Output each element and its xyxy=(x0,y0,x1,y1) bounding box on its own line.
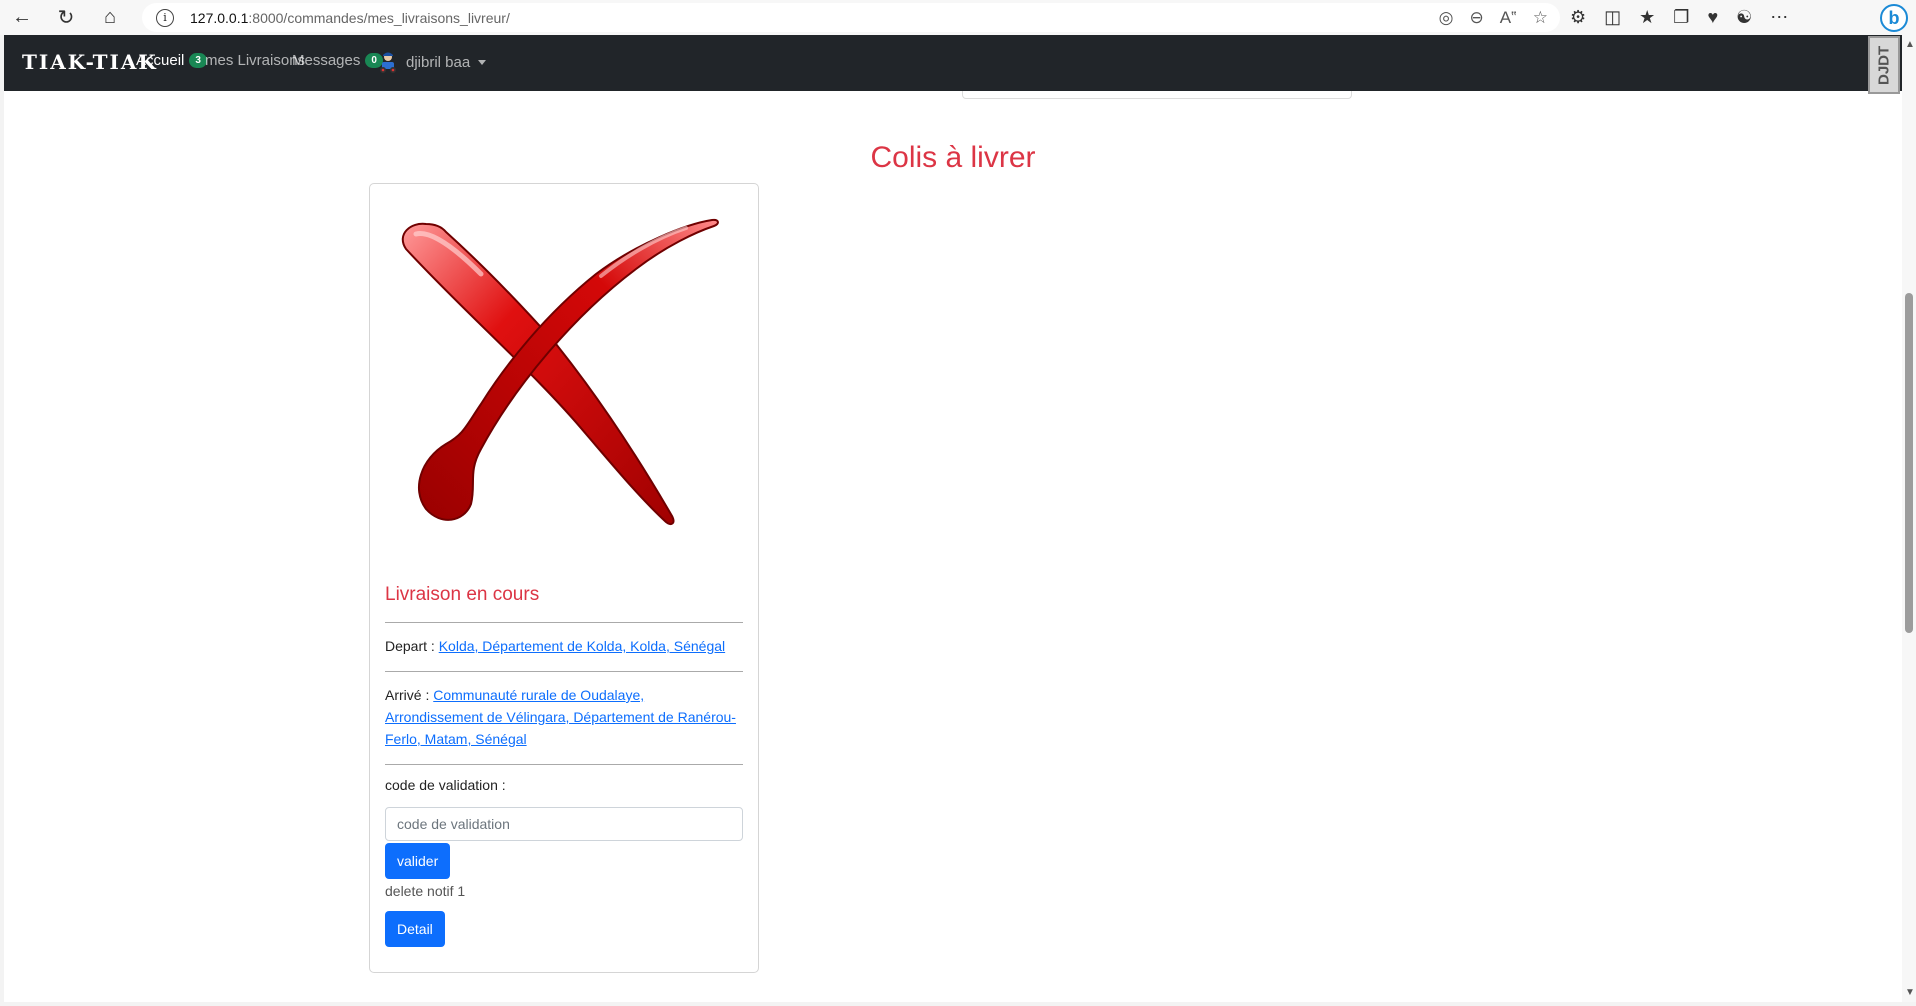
divider xyxy=(385,764,743,765)
favorite-star-icon[interactable]: ☆ xyxy=(1533,8,1548,28)
favorites-icon[interactable]: ★ xyxy=(1639,7,1655,28)
card-body: Livraison en cours Depart : Kolda, Dépar… xyxy=(385,584,743,947)
address-bar[interactable]: i 127.0.0.1:8000/commandes/mes_livraison… xyxy=(142,3,1560,32)
scroll-down-icon[interactable]: ▼ xyxy=(1905,987,1915,998)
page-title: Colis à livrer xyxy=(870,141,1036,174)
depart-row: Depart : Kolda, Département de Kolda, Ko… xyxy=(385,635,743,657)
code-label: code de validation : xyxy=(385,777,506,793)
url-path: :8000/commandes/mes_livraisons_livreur/ xyxy=(248,9,510,26)
user-name: djibril baa xyxy=(406,53,471,71)
edge-icon[interactable]: ☯ xyxy=(1736,7,1752,28)
zoom-out-icon[interactable]: ⊖ xyxy=(1470,8,1484,28)
nav-accueil-label: Accueil xyxy=(136,52,185,69)
extensions-icon[interactable]: ⚙ xyxy=(1570,7,1586,28)
depart-label: Depart : xyxy=(385,638,435,654)
user-avatar-icon xyxy=(380,52,396,73)
debug-toolbar-tag[interactable]: DJDT xyxy=(1868,36,1900,94)
validation-code-input[interactable]: code de validation xyxy=(385,807,743,841)
collections-icon[interactable]: ❐ xyxy=(1673,7,1689,28)
back-icon[interactable]: ← xyxy=(0,0,44,35)
nav-messages[interactable]: Messages 0 xyxy=(292,52,383,69)
location-icon[interactable]: ◎ xyxy=(1439,8,1454,28)
arrive-link[interactable]: Communauté rurale de Oudalaye, Arrondiss… xyxy=(385,687,736,747)
delivery-status: Livraison en cours xyxy=(385,584,540,605)
chevron-down-icon xyxy=(478,59,487,65)
delivery-card: Livraison en cours Depart : Kolda, Dépar… xyxy=(369,183,759,973)
delete-notif-text: delete notif 1 xyxy=(385,883,466,899)
home-icon[interactable]: ⌂ xyxy=(88,0,132,35)
split-screen-icon[interactable]: ◫ xyxy=(1604,7,1621,28)
nav-messages-label: Messages xyxy=(292,52,361,69)
user-dropdown[interactable]: djibril baa xyxy=(376,50,487,74)
read-aloud-icon[interactable]: A‟ xyxy=(1500,8,1517,28)
red-cross-icon xyxy=(401,218,719,525)
dropdown-remnant xyxy=(962,91,1352,99)
arrive-row: Arrivé : Communauté rurale de Oudalaye, … xyxy=(385,684,743,750)
divider xyxy=(385,622,743,623)
nav-mes-livraisons-label: mes Livraisons xyxy=(205,52,306,69)
performance-icon[interactable]: ♥ xyxy=(1707,7,1718,28)
more-menu-icon[interactable]: ⋯ xyxy=(1770,7,1788,28)
page-viewport: TIAK-TIAK Accueil 3 mes Livraisons Messa… xyxy=(4,35,1902,1002)
nav-mes-livraisons[interactable]: mes Livraisons xyxy=(205,52,305,69)
divider xyxy=(385,671,743,672)
validate-button[interactable]: valider xyxy=(385,843,451,879)
site-info-icon[interactable]: i xyxy=(156,8,174,27)
top-navbar: TIAK-TIAK Accueil 3 mes Livraisons Messa… xyxy=(4,35,1902,94)
refresh-icon[interactable]: ↻ xyxy=(44,0,88,35)
browser-tools: ⚙ ◫ ★ ❐ ♥ ☯ ⋯ xyxy=(1570,0,1788,35)
page-scrollbar[interactable]: ▲ ▼ xyxy=(1902,35,1916,1002)
arrive-label: Arrivé : xyxy=(385,687,430,703)
detail-button[interactable]: Detail xyxy=(385,911,445,947)
scroll-up-icon[interactable]: ▲ xyxy=(1905,39,1915,50)
url-host: 127.0.0.1 xyxy=(190,9,249,26)
depart-link[interactable]: Kolda, Département de Kolda, Kolda, Séné… xyxy=(439,638,725,654)
scroll-thumb[interactable] xyxy=(1905,293,1913,633)
nav-accueil[interactable]: Accueil 3 xyxy=(136,52,207,69)
bing-copilot-icon[interactable]: b xyxy=(1880,4,1908,32)
